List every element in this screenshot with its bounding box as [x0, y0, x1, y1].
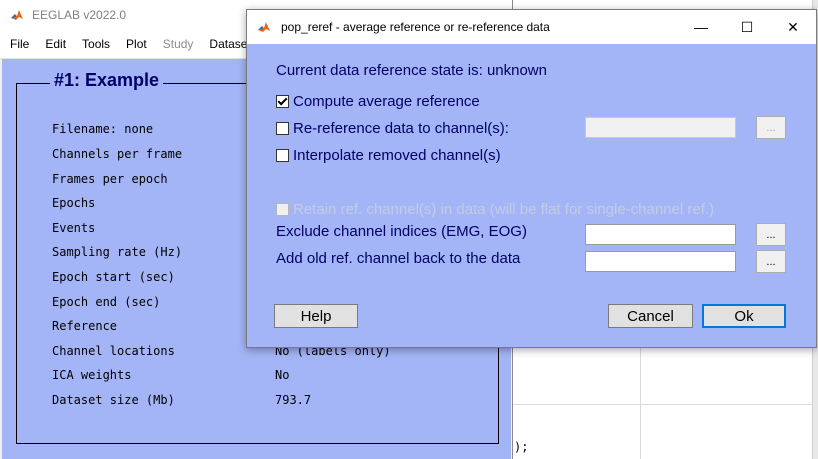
rereference-label: Re-reference data to channel(s): — [293, 120, 509, 137]
exclude-channels-input[interactable] — [585, 224, 736, 245]
info-label: Filename: none — [52, 122, 154, 136]
exclude-channels-label: Exclude channel indices (EMG, EOG) — [276, 223, 527, 240]
info-label: Epoch end (sec) — [52, 295, 161, 309]
add-old-ref-input[interactable] — [585, 251, 736, 272]
menu-file[interactable]: File — [0, 37, 37, 51]
info-label: Dataset size (Mb) — [52, 393, 175, 407]
exclude-browse-button[interactable]: ... — [756, 223, 786, 246]
dialog-titlebar: pop_reref - average reference or re-refe… — [247, 10, 816, 44]
help-button[interactable]: Help — [274, 304, 358, 328]
rereference-checkbox[interactable] — [276, 122, 289, 135]
info-label: Sampling rate (Hz) — [52, 245, 183, 259]
pop-reref-dialog: pop_reref - average reference or re-refe… — [246, 9, 817, 348]
matlab-logo-icon — [257, 20, 271, 34]
background-grid-line — [512, 404, 818, 405]
rereference-browse-button[interactable]: ... — [756, 116, 786, 139]
rereference-option[interactable]: Re-reference data to channel(s): — [276, 120, 509, 137]
background-grid-line — [640, 345, 641, 459]
info-label: Channel locations — [52, 344, 175, 358]
menu-edit[interactable]: Edit — [37, 37, 74, 51]
info-label: Channels per frame — [52, 147, 183, 161]
menu-tools[interactable]: Tools — [74, 37, 118, 51]
info-label: Frames per epoch — [52, 172, 168, 186]
cancel-button[interactable]: Cancel — [608, 304, 693, 328]
info-label: Reference — [52, 319, 118, 333]
background-code-text: ); — [514, 440, 529, 454]
reference-state-text: Current data reference state is: unknown — [276, 62, 547, 79]
menu-study[interactable]: Study — [155, 37, 202, 51]
menu-plot[interactable]: Plot — [118, 37, 155, 51]
eeglab-title: EEGLAB v2022.0 — [32, 8, 127, 22]
rereference-channels-input[interactable] — [585, 117, 736, 138]
compute-average-checkbox[interactable] — [276, 95, 289, 108]
info-label: Events — [52, 221, 96, 235]
interpolate-checkbox[interactable] — [276, 149, 289, 162]
maximize-icon[interactable]: ☐ — [724, 10, 770, 44]
compute-average-option[interactable]: Compute average reference — [276, 93, 480, 110]
interpolate-label: Interpolate removed channel(s) — [293, 147, 501, 164]
info-value-dataset-size: 793.7 — [275, 393, 312, 407]
retain-ref-label: Retain ref. channel(s) in data (will be … — [293, 201, 715, 218]
compute-average-label: Compute average reference — [293, 93, 480, 110]
info-label: ICA weights — [52, 368, 132, 382]
add-old-ref-label: Add old ref. channel back to the data — [276, 250, 521, 267]
minimize-icon[interactable]: — — [678, 10, 724, 44]
interpolate-option[interactable]: Interpolate removed channel(s) — [276, 147, 501, 164]
matlab-logo-icon — [10, 8, 24, 22]
ok-button[interactable]: Ok — [702, 304, 786, 328]
retain-ref-option: Retain ref. channel(s) in data (will be … — [276, 201, 714, 218]
close-icon[interactable]: ✕ — [770, 10, 816, 44]
add-old-ref-browse-button[interactable]: ... — [756, 250, 786, 273]
dialog-title: pop_reref - average reference or re-refe… — [281, 20, 550, 34]
info-value-ica-weights: No — [275, 368, 290, 382]
dataset-title: #1: Example — [50, 70, 164, 91]
info-label: Epochs — [52, 196, 96, 210]
info-label: Epoch start (sec) — [52, 270, 175, 284]
retain-ref-checkbox — [276, 203, 289, 216]
